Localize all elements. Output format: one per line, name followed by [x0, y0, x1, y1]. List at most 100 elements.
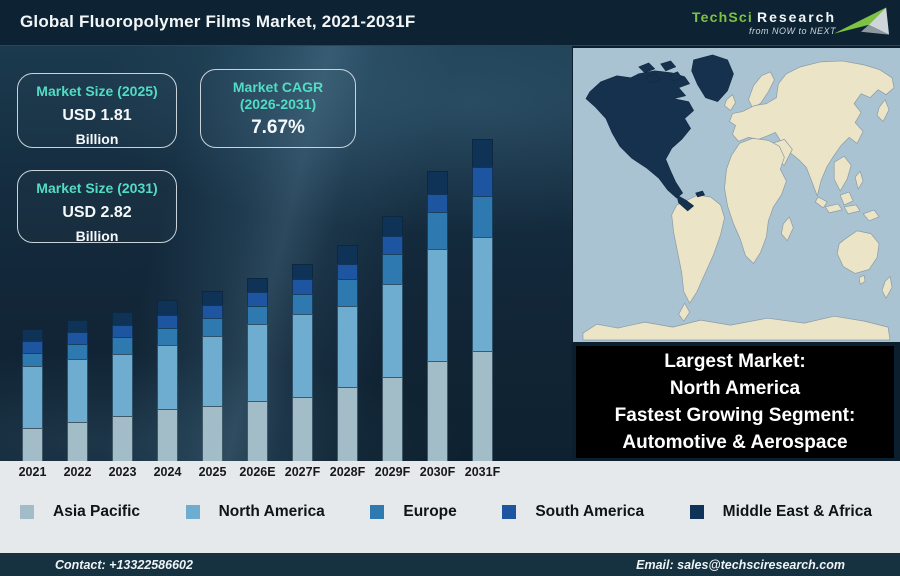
stacked-bar [157, 300, 178, 461]
bar-segment-europe [247, 306, 268, 324]
bottom-band: 2021 2022 2023 2024 2025 2026E 2027F 2028F 2029F… [0, 461, 900, 553]
bar-segment-south-america [472, 167, 493, 196]
legend-swatch-asia-pacific [20, 505, 34, 519]
bar-segment-middle-east-africa [202, 291, 223, 305]
bar-segment-north-america [247, 324, 268, 401]
logo-tagline: from NOW to NEXT [748, 25, 836, 36]
content: Market Size (2025) USD 1.81 Billion Mark… [0, 46, 900, 461]
page-title: Global Fluoropolymer Films Market, 2021-… [20, 12, 416, 31]
bar-segment-middle-east-africa [22, 329, 43, 341]
legend-item-south-america: South America [502, 503, 644, 521]
bar-segment-north-america [22, 366, 43, 428]
legend-label: Middle East & Africa [722, 503, 872, 520]
stacked-bar [337, 245, 358, 461]
bar-2023 [100, 46, 145, 461]
bar-segment-asia-pacific [382, 377, 403, 461]
callout-line: Fastest Growing Segment: [614, 405, 856, 426]
footer-email: Email: sales@techsciresearch.com [636, 557, 845, 572]
bar-segment-asia-pacific [247, 401, 268, 461]
right-panel: Largest Market: North America Fastest Gr… [572, 46, 900, 461]
stacked-bar [472, 139, 493, 461]
year-label-2031f: 2031F [464, 465, 501, 479]
bar-segment-north-america [382, 284, 403, 377]
bar-segment-europe [67, 344, 88, 359]
chart-legend: Asia Pacific North America Europe South Ame… [0, 503, 900, 521]
bar-segment-middle-east-africa [337, 245, 358, 264]
bar-segment-south-america [292, 279, 313, 294]
footer-contact: Contact: +13322586602 [55, 557, 193, 572]
bar-segment-asia-pacific [112, 416, 133, 461]
stacked-bar [292, 264, 313, 461]
bar-segment-south-america [382, 236, 403, 254]
logo-brand-secondary: Research [756, 8, 836, 25]
legend-swatch-middle-east-africa [689, 505, 704, 519]
bar-segment-asia-pacific [472, 351, 493, 461]
bar-segment-europe [157, 328, 178, 345]
bar-segment-europe [202, 318, 223, 336]
techsci-logo: TechSci Research from NOW to NEXT [692, 2, 890, 44]
bar-segment-north-america [472, 237, 493, 351]
x-axis-labels: 2021 2022 2023 2024 2025 2026E 2027F 2028F 2029F… [10, 465, 505, 479]
stacked-bar [112, 312, 133, 461]
header: Global Fluoropolymer Films Market, 2021-… [0, 0, 900, 46]
bar-segment-north-america [67, 359, 88, 422]
bar-segment-south-america [202, 305, 223, 318]
bar-segment-middle-east-africa [427, 171, 448, 194]
callout-line: Automotive & Aerospace [622, 432, 848, 453]
bar-segment-north-america [337, 306, 358, 387]
bar-2027f [280, 46, 325, 461]
bar-segment-asia-pacific [157, 409, 178, 461]
logo-brand-primary: TechSci [691, 8, 753, 25]
bar-segment-south-america [157, 315, 178, 328]
year-label-2026e: 2026E [239, 465, 276, 479]
bar-segment-europe [337, 279, 358, 306]
bar-segment-south-america [427, 194, 448, 212]
year-label-2025: 2025 [198, 465, 227, 479]
bar-segment-south-america [22, 341, 43, 353]
year-label-2024: 2024 [153, 465, 182, 479]
footer: Contact: +13322586602 Email: sales@techs… [0, 553, 900, 576]
year-label-2021: 2021 [18, 465, 47, 479]
bar-segment-north-america [157, 345, 178, 409]
year-label-2030f: 2030F [419, 465, 456, 479]
bar-segment-middle-east-africa [67, 320, 88, 332]
bar-segment-asia-pacific [202, 406, 223, 461]
bar-segment-europe [292, 294, 313, 314]
callout-box: Largest Market: North America Fastest Gr… [576, 346, 894, 458]
year-label-2028f: 2028F [329, 465, 366, 479]
year-label-2022: 2022 [63, 465, 92, 479]
bar-segment-asia-pacific [427, 361, 448, 461]
infographic-root: Global Fluoropolymer Films Market, 2021-… [0, 0, 900, 576]
bar-segment-south-america [112, 325, 133, 337]
bar-segment-europe [472, 196, 493, 237]
bar-segment-europe [382, 254, 403, 284]
bar-segment-asia-pacific [292, 397, 313, 461]
legend-label: South America [535, 503, 645, 520]
bar-segment-asia-pacific [22, 428, 43, 461]
bar-2026e [235, 46, 280, 461]
bar-segment-europe [22, 353, 43, 366]
legend-item-middle-east-africa: Middle East & Africa [689, 503, 872, 521]
year-label-2027f: 2027F [284, 465, 321, 479]
bar-segment-asia-pacific [67, 422, 88, 461]
stacked-bar [22, 329, 43, 461]
bar-segment-asia-pacific [337, 387, 358, 461]
bar-2024 [145, 46, 190, 461]
bar-2021 [10, 46, 55, 461]
bar-chart-panel: Market Size (2025) USD 1.81 Billion Mark… [0, 46, 572, 461]
legend-item-europe: Europe [370, 503, 457, 521]
bar-2031f [460, 46, 505, 461]
bar-segment-middle-east-africa [247, 278, 268, 292]
year-label-2023: 2023 [108, 465, 137, 479]
bar-2025 [190, 46, 235, 461]
stacked-bar-chart [10, 46, 505, 461]
bar-segment-south-america [67, 332, 88, 344]
bar-2029f [370, 46, 415, 461]
stacked-bar [202, 291, 223, 461]
legend-swatch-europe [370, 505, 385, 519]
stacked-bar [382, 216, 403, 461]
legend-item-north-america: North America [185, 503, 325, 521]
bar-2028f [325, 46, 370, 461]
bar-segment-middle-east-africa [472, 139, 493, 167]
bar-segment-south-america [337, 264, 358, 279]
